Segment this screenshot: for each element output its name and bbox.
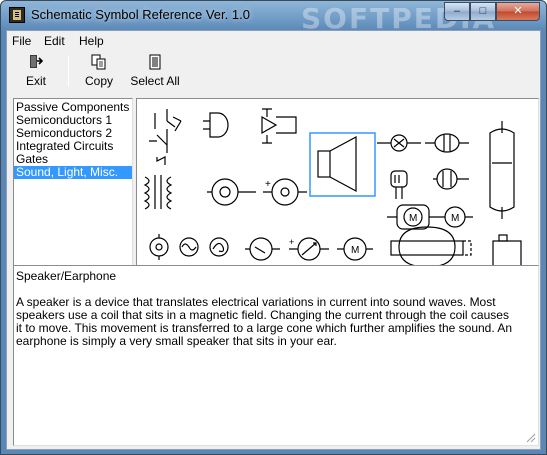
earphone-symbol[interactable]	[207, 178, 256, 206]
category-list[interactable]: Passive Components Semiconductors 1 Semico…	[13, 98, 133, 279]
transformer-symbol[interactable]	[143, 175, 173, 210]
window-controls: – □ ✕	[444, 2, 540, 21]
plus-label-2: +	[289, 237, 294, 247]
microphone-symbol[interactable]: +	[263, 178, 307, 206]
select-all-icon	[149, 54, 161, 70]
category-item[interactable]: Sound, Light, Misc.	[14, 166, 132, 179]
copy-label: Copy	[84, 74, 113, 88]
window-title: Schematic Symbol Reference Ver. 1.0	[31, 7, 250, 22]
motor-label-1: M	[409, 213, 417, 224]
speaker-symbol[interactable]	[309, 132, 376, 197]
app-window: Schematic Symbol Reference Ver. 1.0 SOFT…	[0, 0, 547, 455]
led-display-symbol[interactable]	[390, 170, 408, 199]
buzzer-symbol[interactable]	[261, 108, 297, 144]
menu-file[interactable]: File	[12, 34, 31, 48]
copy-button[interactable]: Copy	[79, 52, 119, 92]
neon-lamp-symbol[interactable]	[425, 133, 469, 153]
fluorescent-tube-symbol[interactable]	[489, 121, 515, 219]
plus-label: +	[265, 179, 271, 190]
switch-relay-symbol[interactable]	[149, 109, 182, 165]
symbol-grid: + M M + M	[143, 108, 522, 278]
meter-symbol[interactable]	[245, 237, 280, 261]
copy-icon	[91, 54, 106, 70]
exit-icon	[30, 55, 44, 68]
menu-bar: File Edit Help	[7, 31, 540, 51]
motor-symbol-2[interactable]: M	[337, 237, 373, 261]
maximize-button[interactable]: □	[470, 2, 496, 21]
close-button[interactable]: ✕	[496, 2, 540, 21]
motor-label-3: M	[351, 245, 359, 256]
menu-edit[interactable]: Edit	[44, 34, 65, 48]
motor-label-2: M	[451, 213, 459, 224]
motor-symbol[interactable]: M	[437, 206, 473, 228]
ac-source-symbol[interactable]	[149, 234, 169, 260]
description-title: Speaker/Earphone	[16, 269, 117, 283]
horn-symbol[interactable]	[203, 112, 229, 138]
minimize-button[interactable]: –	[444, 2, 470, 21]
exit-button[interactable]: Exit	[21, 52, 51, 92]
photocell-symbol[interactable]	[433, 168, 469, 190]
client-area: File Edit Help Exit Copy Select All Pass…	[6, 30, 541, 450]
symbol-panel[interactable]: + M M + M	[136, 98, 539, 279]
description-body: A speaker is a device that translates el…	[16, 295, 513, 348]
relay-motor-symbol[interactable]: M	[387, 204, 437, 230]
solenoid-symbol[interactable]	[390, 226, 472, 268]
toolbar-separator	[68, 56, 69, 86]
galvanometer-symbol[interactable]: +	[289, 237, 329, 261]
coil-symbol[interactable]	[209, 237, 229, 257]
app-icon[interactable]	[9, 7, 25, 23]
menu-help[interactable]: Help	[79, 34, 104, 48]
select-all-button[interactable]: Select All	[127, 52, 183, 92]
sine-source-symbol[interactable]	[179, 237, 199, 257]
lamp-symbol[interactable]	[377, 134, 421, 152]
exit-label: Exit	[25, 74, 46, 88]
resize-grip-icon[interactable]	[524, 431, 536, 443]
toolbar: Exit Copy Select All	[7, 51, 540, 93]
title-bar[interactable]: Schematic Symbol Reference Ver. 1.0 SOFT…	[1, 1, 546, 35]
description-panel[interactable]: Speaker/Earphone A speaker is a device t…	[13, 265, 539, 446]
select-all-label: Select All	[130, 74, 180, 88]
